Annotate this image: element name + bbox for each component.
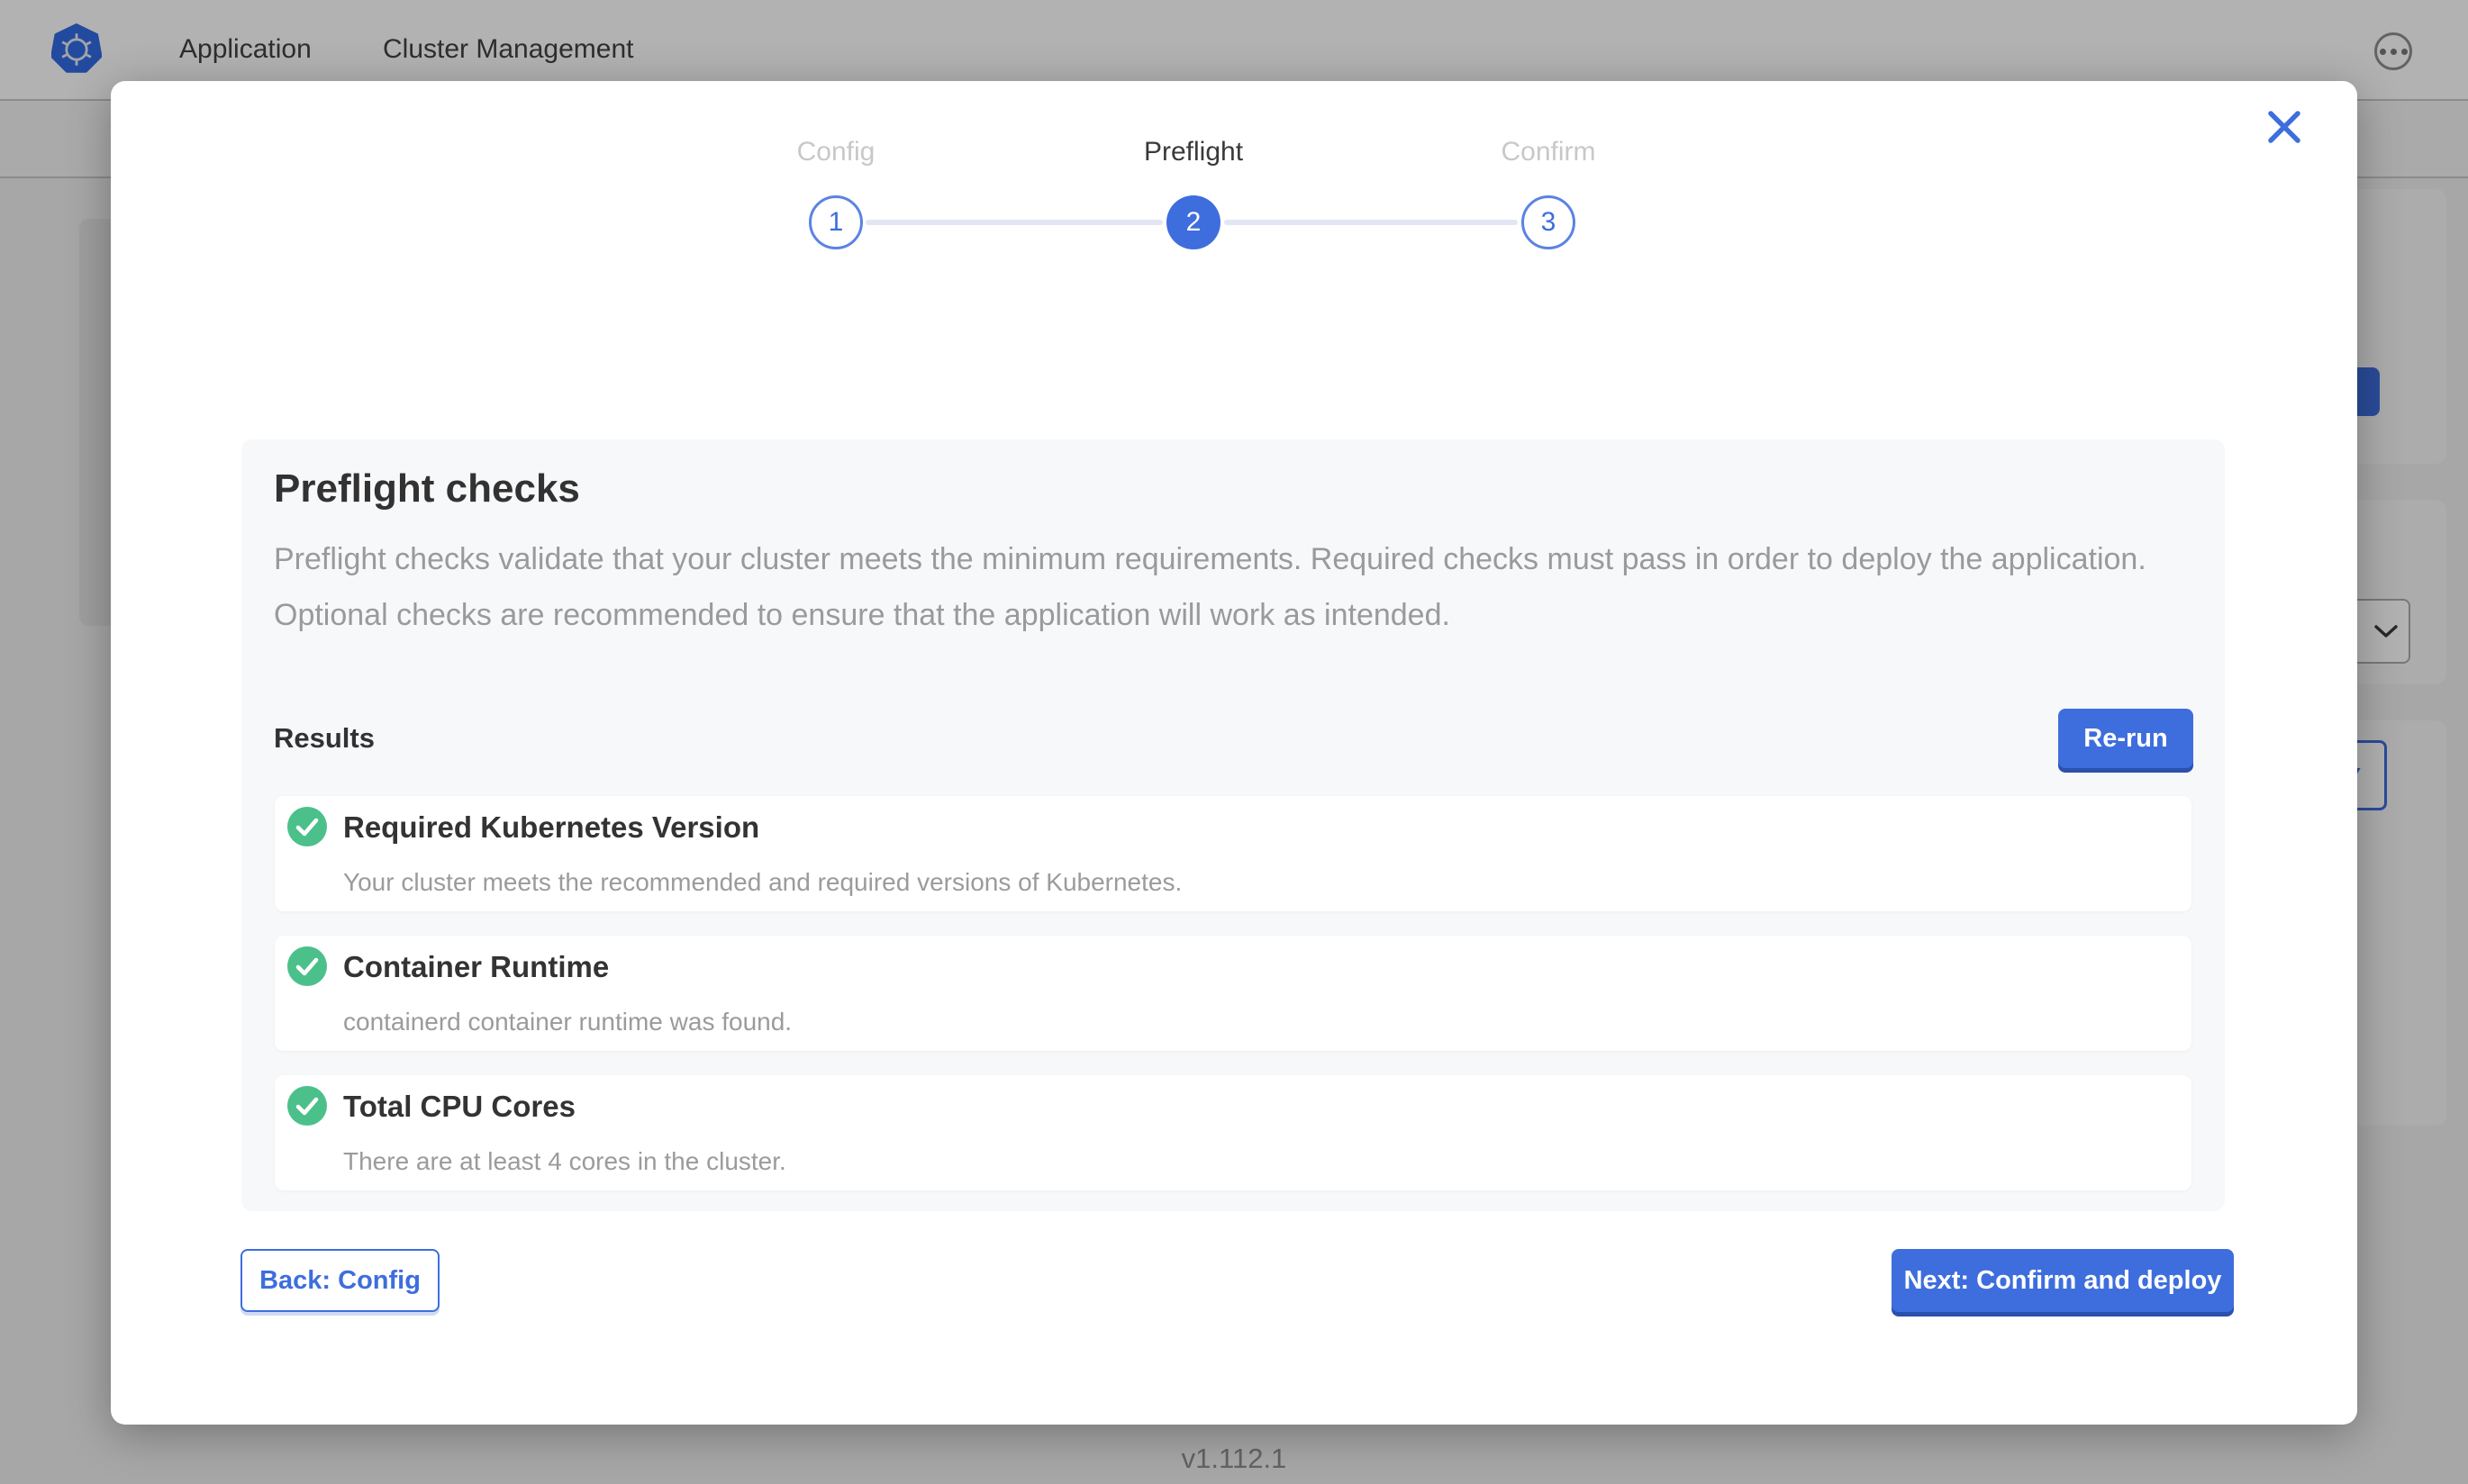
next-confirm-deploy-button[interactable]: Next: Confirm and deploy <box>1892 1249 2234 1312</box>
step-circle-preflight[interactable]: 2 <box>1166 195 1220 249</box>
step-connector <box>866 220 1163 225</box>
step-label-confirm: Confirm <box>1413 137 1683 167</box>
preflight-modal: Config Preflight Confirm 1 2 3 Preflight… <box>111 81 2357 1425</box>
results-heading: Results <box>274 722 375 755</box>
check-description: There are at least 4 cores in the cluste… <box>343 1147 786 1176</box>
check-results-list: Required Kubernetes Version Your cluster… <box>275 796 2191 1215</box>
check-description: containerd container runtime was found. <box>343 1008 792 1036</box>
check-pass-icon <box>287 807 327 846</box>
step-connector <box>1224 220 1518 225</box>
check-row-kubernetes-version: Required Kubernetes Version Your cluster… <box>275 796 2191 911</box>
check-pass-icon <box>287 1086 327 1126</box>
preflight-panel: Preflight checks Preflight checks valida… <box>241 439 2225 1211</box>
check-title: Container Runtime <box>343 950 609 984</box>
step-circle-config[interactable]: 1 <box>809 195 863 249</box>
back-config-button[interactable]: Back: Config <box>240 1249 440 1312</box>
close-icon[interactable] <box>2264 106 2305 148</box>
check-row-container-runtime: Container Runtime containerd container r… <box>275 936 2191 1051</box>
preflight-description: Preflight checks validate that your clus… <box>274 531 2185 643</box>
results-row: Results Re-run <box>274 708 2193 769</box>
check-title: Required Kubernetes Version <box>343 810 759 845</box>
check-description: Your cluster meets the recommended and r… <box>343 868 1182 897</box>
rerun-button[interactable]: Re-run <box>2058 709 2193 768</box>
step-label-preflight: Preflight <box>1058 137 1329 167</box>
check-title: Total CPU Cores <box>343 1090 576 1124</box>
step-circle-confirm[interactable]: 3 <box>1521 195 1575 249</box>
check-pass-icon <box>287 946 327 986</box>
page-title: Preflight checks <box>274 466 580 511</box>
check-row-cpu-cores: Total CPU Cores There are at least 4 cor… <box>275 1075 2191 1190</box>
step-label-config: Config <box>701 137 971 167</box>
